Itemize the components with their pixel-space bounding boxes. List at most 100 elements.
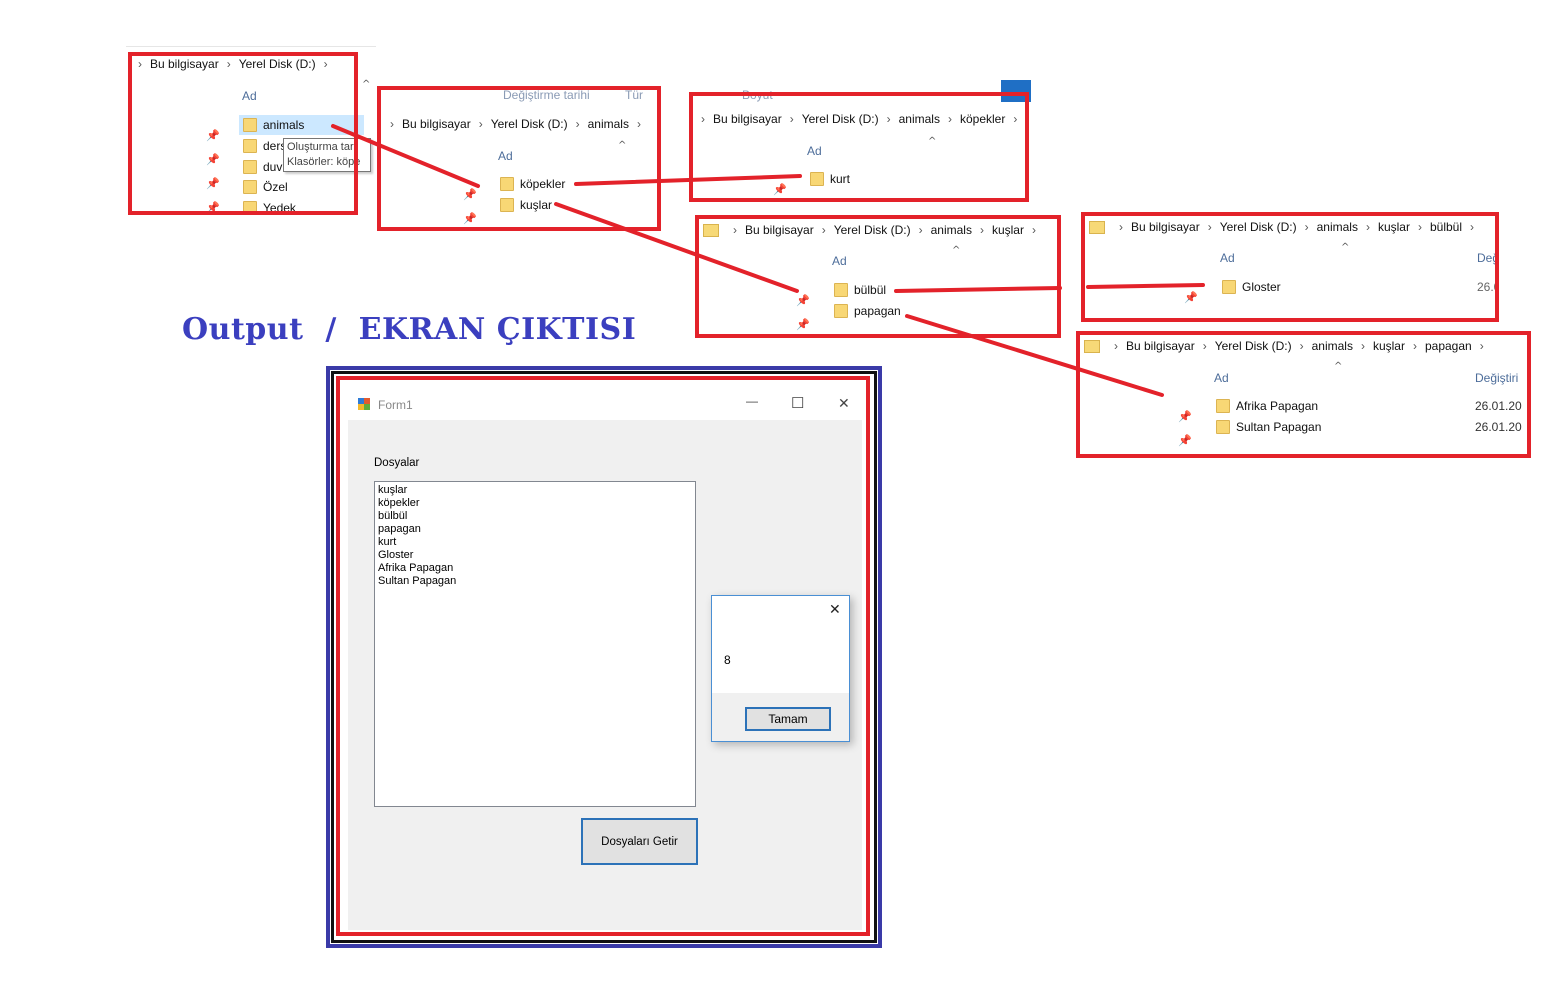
folder-row-animals[interactable]: animals: [239, 115, 364, 135]
breadcrumb-item[interactable]: Yerel Disk (D:): [834, 223, 911, 237]
close-button[interactable]: ✕: [838, 395, 850, 412]
column-name-header[interactable]: Ad: [1214, 371, 1229, 385]
breadcrumb[interactable]: › Bu bilgisayar › Yerel Disk (D:) ›: [130, 53, 376, 75]
sort-caret-icon: ^: [1341, 242, 1350, 253]
breadcrumb-item[interactable]: Bu bilgisayar: [1126, 339, 1195, 353]
list-item[interactable]: papagan: [378, 523, 692, 536]
breadcrumb-item[interactable]: kuşlar: [1373, 339, 1405, 353]
list-item[interactable]: köpekler: [378, 497, 692, 510]
folder-icon: [810, 172, 824, 186]
pin-icon: 📌: [463, 188, 477, 201]
folder-label: Yedek: [263, 201, 296, 215]
folder-row[interactable]: Afrika Papagan: [1212, 396, 1332, 416]
column-date-header[interactable]: Değiştirme tarihi: [503, 88, 590, 102]
message-box-close-button[interactable]: ✕: [829, 602, 841, 618]
breadcrumb-item[interactable]: Yerel Disk (D:): [1215, 339, 1292, 353]
column-name-header[interactable]: Ad: [1220, 251, 1235, 265]
folder-icon: [243, 139, 257, 153]
folder-row[interactable]: Gloster: [1218, 277, 1308, 297]
column-name-header[interactable]: Ad: [498, 149, 513, 163]
date-cell: 26.01.20: [1475, 399, 1522, 413]
breadcrumb-item[interactable]: Bu bilgisayar: [402, 117, 471, 131]
folder-icon: [703, 223, 719, 237]
breadcrumb-item[interactable]: köpekler: [960, 112, 1005, 126]
folder-icon: [243, 180, 257, 194]
folder-row[interactable]: bülbül: [830, 280, 920, 300]
breadcrumb-item[interactable]: Bu bilgisayar: [745, 223, 814, 237]
breadcrumb[interactable]: › Bu bilgisayar › Yerel Disk (D:) › anim…: [699, 219, 1056, 241]
column-name-header[interactable]: Ad: [832, 254, 847, 268]
column-name-header[interactable]: Ad: [242, 89, 257, 103]
list-item[interactable]: Sultan Papagan: [378, 575, 692, 588]
pin-icon: 📌: [796, 318, 810, 331]
files-label: Dosyalar: [374, 457, 420, 469]
breadcrumb-item[interactable]: Bu bilgisayar: [150, 57, 219, 71]
folder-label: Sultan Papagan: [1236, 420, 1322, 434]
list-item[interactable]: kuşlar: [378, 484, 692, 497]
tooltip-line: Klasörler: köpe: [287, 156, 361, 168]
column-name-header[interactable]: Ad: [807, 144, 822, 158]
minimize-button[interactable]: —: [746, 394, 758, 408]
folder-icon: [1216, 420, 1230, 434]
list-item[interactable]: bülbül: [378, 510, 692, 523]
date-cell: 26.01.20: [1475, 420, 1522, 434]
folder-label: Gloster: [1242, 280, 1281, 294]
folder-icon: [1089, 220, 1105, 234]
breadcrumb-item[interactable]: Yerel Disk (D:): [491, 117, 568, 131]
folder-icon: [243, 118, 257, 132]
breadcrumb-item[interactable]: Yerel Disk (D:): [1220, 220, 1297, 234]
folder-icon: [500, 198, 514, 212]
column-size-header[interactable]: Boyut: [742, 88, 773, 102]
folder-label: kuşlar: [520, 198, 553, 212]
breadcrumb[interactable]: › Bu bilgisayar › Yerel Disk (D:) › anim…: [1085, 216, 1495, 238]
form1-titlebar[interactable]: Form1 — ☐ ✕: [348, 388, 862, 420]
folder-row[interactable]: kurt: [806, 169, 886, 189]
pin-icon: 📌: [206, 177, 220, 190]
breadcrumb-item[interactable]: animals: [1317, 220, 1358, 234]
breadcrumb-item[interactable]: animals: [1312, 339, 1353, 353]
column-date-header[interactable]: Değ: [1477, 251, 1495, 265]
tooltip-line: Oluşturma tarı: [287, 141, 357, 153]
breadcrumb-item[interactable]: bülbül: [1430, 220, 1462, 234]
get-files-button[interactable]: Dosyaları Getir: [581, 818, 698, 865]
folder-row[interactable]: Özel: [239, 177, 364, 197]
breadcrumb-item[interactable]: kuşlar: [1378, 220, 1410, 234]
breadcrumb[interactable]: › Bu bilgisayar › Yerel Disk (D:) › anim…: [693, 108, 1026, 130]
breadcrumb-item[interactable]: Yerel Disk (D:): [239, 57, 316, 71]
list-item[interactable]: kurt: [378, 536, 692, 549]
breadcrumb-item[interactable]: animals: [931, 223, 972, 237]
column-date-header[interactable]: Değiştiri: [1475, 371, 1518, 385]
explorer-bulbul: › Bu bilgisayar › Yerel Disk (D:) › anim…: [1085, 216, 1495, 319]
list-item[interactable]: Gloster: [378, 549, 692, 562]
folder-label: köpekler: [520, 177, 566, 191]
folder-icon: [834, 304, 848, 318]
folder-icon: [243, 201, 257, 215]
folder-row[interactable]: papagan: [830, 301, 920, 321]
folder-row[interactable]: kuşlar: [496, 195, 596, 215]
sort-caret-icon: ^: [952, 245, 961, 256]
breadcrumb[interactable]: › Bu bilgisayar › Yerel Disk (D:) › anim…: [382, 113, 656, 135]
breadcrumb-item[interactable]: Bu bilgisayar: [713, 112, 782, 126]
form-app-icon: [358, 398, 370, 410]
list-item[interactable]: Afrika Papagan: [378, 562, 692, 575]
breadcrumb-item[interactable]: Yerel Disk (D:): [802, 112, 879, 126]
breadcrumb-item[interactable]: animals: [588, 117, 629, 131]
breadcrumb-item[interactable]: Bu bilgisayar: [1131, 220, 1200, 234]
explorer-root-header-strip: Değiştirme tarihi Tür Boyut: [376, 80, 1031, 108]
breadcrumb-item[interactable]: kuşlar: [992, 223, 1024, 237]
column-type-header[interactable]: Tür: [625, 88, 643, 102]
folder-icon: [1084, 339, 1100, 353]
ok-button[interactable]: Tamam: [745, 707, 831, 731]
maximize-button[interactable]: ☐: [791, 394, 804, 412]
breadcrumb-item[interactable]: papagan: [1425, 339, 1472, 353]
pin-icon: 📌: [463, 212, 477, 225]
files-listbox[interactable]: kuşlar köpekler bülbül papagan kurt Glos…: [374, 481, 696, 807]
explorer-papagan: › Bu bilgisayar › Yerel Disk (D:) › anim…: [1080, 335, 1525, 453]
folder-row[interactable]: köpekler: [496, 174, 596, 194]
breadcrumb[interactable]: › Bu bilgisayar › Yerel Disk (D:) › anim…: [1080, 335, 1525, 357]
breadcrumb-item[interactable]: animals: [899, 112, 940, 126]
folder-label: animals: [263, 118, 305, 132]
folder-row[interactable]: Yedek: [239, 198, 364, 217]
folder-label: bülbül: [854, 283, 887, 297]
folder-row[interactable]: Sultan Papagan: [1212, 417, 1332, 437]
